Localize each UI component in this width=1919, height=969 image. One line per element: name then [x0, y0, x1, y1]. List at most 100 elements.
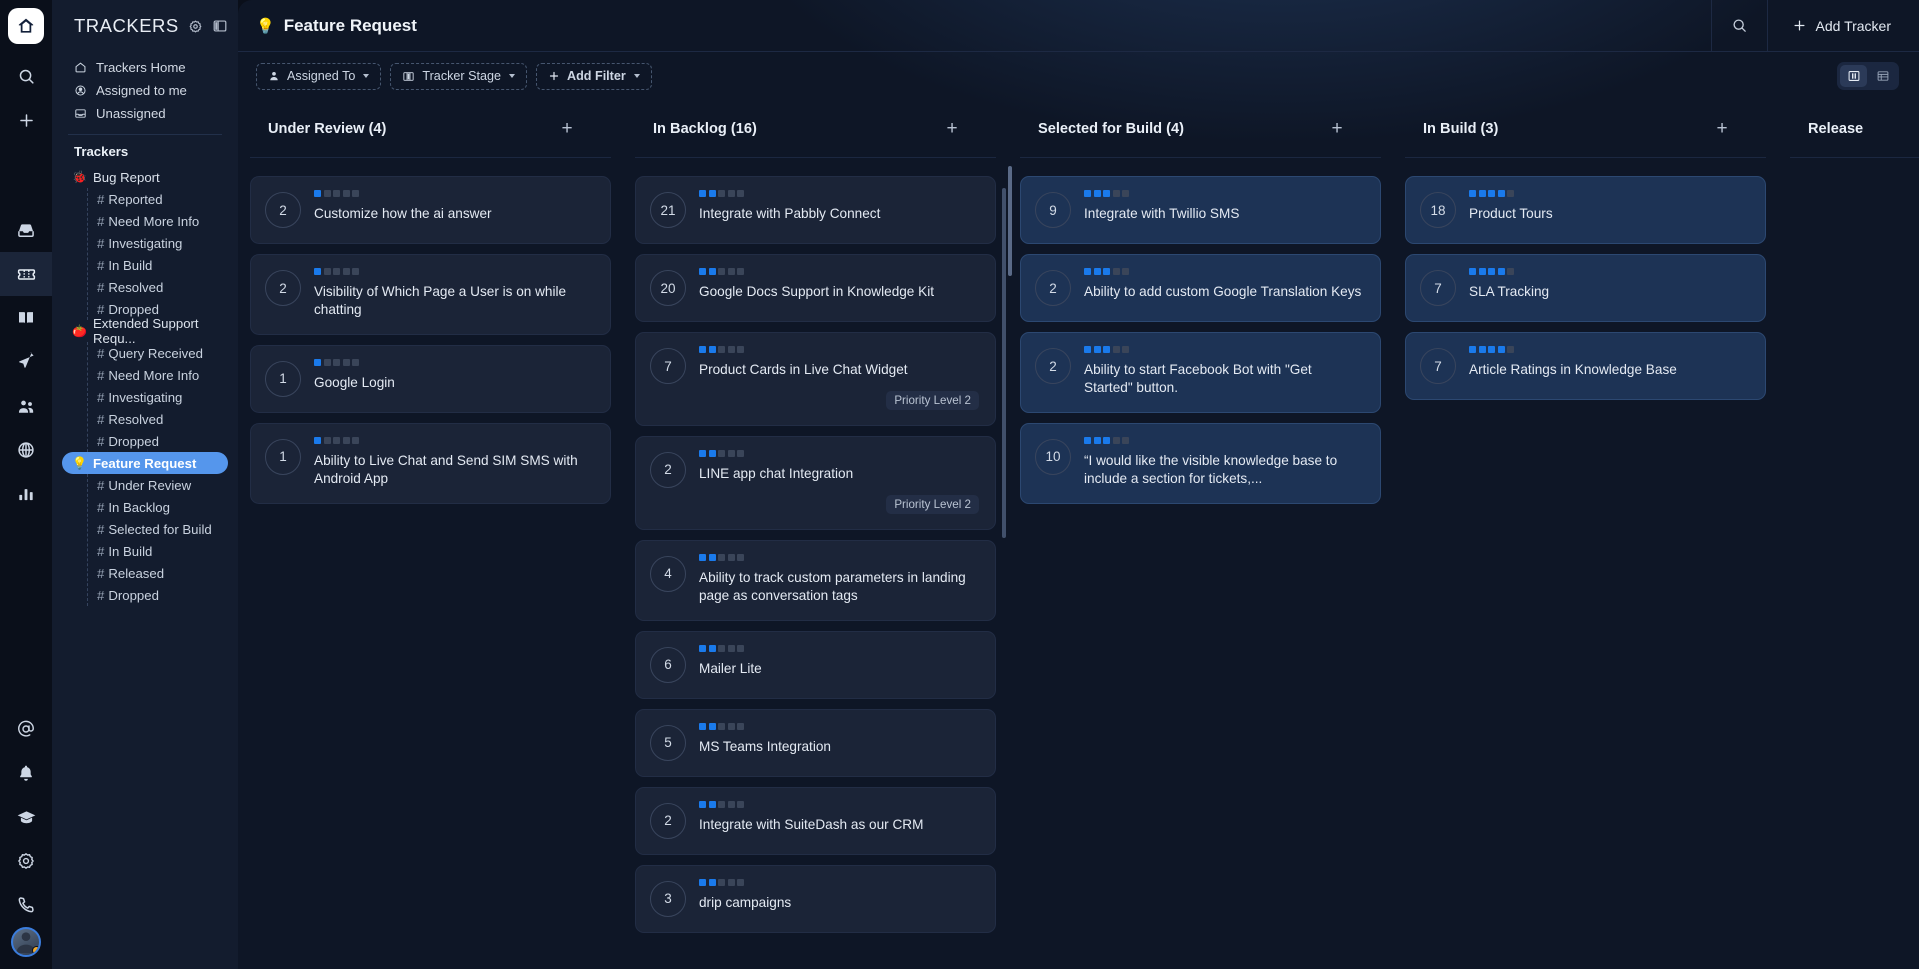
rail-learn[interactable] [0, 795, 52, 839]
sidebar-header: TRACKERS [52, 0, 238, 52]
tracker-card[interactable]: 9 Integrate with Twillio SMS [1020, 176, 1381, 244]
tracker-card[interactable]: 7 Product Cards in Live Chat Widget Priori… [635, 332, 996, 426]
priority-segment [727, 553, 735, 561]
tracker-card[interactable]: 4 Ability to track custom parameters in l… [635, 539, 996, 621]
rail-contacts[interactable] [0, 384, 52, 428]
column-add-card-button[interactable]: + [1327, 119, 1347, 139]
rail-tickets[interactable] [0, 252, 52, 296]
column-add-card-button[interactable]: + [1712, 119, 1732, 139]
sidebar-tracker-bug-report[interactable]: 🐞 Bug Report [62, 166, 228, 188]
sidebar-item-assigned-to-me[interactable]: Assigned to me [62, 79, 228, 101]
tracker-card[interactable]: 1 Ability to Live Chat and Send SIM SMS w… [250, 422, 611, 504]
priority-segment [1112, 190, 1120, 197]
tracker-card[interactable]: 18 Product Tours [1405, 176, 1766, 244]
tracker-card[interactable]: 20 Google Docs Support in Knowledge Kit [635, 254, 996, 322]
sidebar-item-trackers-home[interactable]: Trackers Home [62, 56, 228, 78]
sidebar-stage-investigating[interactable]: # Investigating [87, 232, 228, 254]
sidebar-stage-resolved[interactable]: # Resolved [87, 276, 228, 298]
tracker-card[interactable]: 5 MS Teams Integration [635, 708, 996, 777]
sidebar-stage-dropped[interactable]: # Dropped [87, 298, 228, 320]
card-title: “I would like the visible knowledge base… [1084, 452, 1338, 486]
filter-tracker-stage[interactable]: Tracker Stage [390, 62, 528, 90]
tracker-card[interactable]: 21 Integrate with Pabbly Connect [635, 176, 996, 244]
rail-reports[interactable] [0, 472, 52, 516]
home-icon[interactable] [8, 8, 44, 44]
column-add-card-button[interactable]: + [942, 119, 962, 139]
filter-assigned-to[interactable]: Assigned To [256, 62, 382, 90]
sidebar-item-unassigned[interactable]: Unassigned [62, 102, 228, 124]
column-header: Release [1790, 100, 1919, 158]
rail-mentions[interactable] [0, 707, 52, 751]
priority-segment [1478, 268, 1486, 275]
sidebar-tracker-feature-request[interactable]: 💡 Feature Request [62, 452, 228, 474]
tracker-card[interactable]: 1 Google Login [250, 344, 611, 413]
rail-campaigns[interactable] [0, 340, 52, 384]
add-filter-button[interactable]: Add Filter [536, 62, 652, 90]
tracker-card[interactable]: 2 Ability to add custom Google Translatio… [1020, 254, 1381, 322]
sidebar-stage-need-more-info[interactable]: # Need More Info [87, 210, 228, 232]
search-button[interactable] [1710, 0, 1767, 52]
tracker-card[interactable]: 2 Visibility of Which Page a User is on w… [250, 254, 611, 335]
tracker-card[interactable]: 2 Ability to start Facebook Bot with "Get… [1020, 332, 1381, 413]
sidebar-stage-reported[interactable]: # Reported [87, 188, 228, 210]
priority-segment [737, 449, 744, 457]
panel-collapse-icon[interactable] [212, 18, 228, 34]
priority-segment [718, 190, 725, 197]
sidebar-stage-need-more-info[interactable]: # Need More Info [87, 364, 228, 386]
sidebar-stage-released[interactable]: # Released [87, 562, 228, 584]
column-scrollbar[interactable] [1008, 166, 1012, 276]
sidebar-stage-investigating[interactable]: # Investigating [87, 386, 228, 408]
tracker-card[interactable]: 7 SLA Tracking [1405, 254, 1766, 322]
avatar[interactable] [11, 927, 41, 957]
sidebar-stage-dropped[interactable]: # Dropped [87, 584, 228, 606]
column-cards[interactable]: 2 Customize how the ai answer 2 Visibility … [238, 158, 623, 969]
sidebar-stage-query-received[interactable]: # Query Received [87, 342, 228, 364]
sidebar-stage-dropped[interactable]: # Dropped [87, 430, 228, 452]
sidebar-stage-under-review[interactable]: # Under Review [87, 474, 228, 496]
sidebar-stage-selected-for-build[interactable]: # Selected for Build [87, 518, 228, 540]
sidebar-stage-in-build[interactable]: # In Build [87, 254, 228, 276]
sidebar-stage-in-build[interactable]: # In Build [87, 540, 228, 562]
add-tracker-button[interactable]: Add Tracker [1766, 0, 1919, 52]
tracker-card[interactable]: 2 Customize how the ai answer [250, 176, 611, 244]
priority-segment [1112, 346, 1120, 353]
stage-label: Investigating [108, 389, 183, 405]
priority-segment [727, 190, 735, 197]
tracker-card[interactable]: 10 “I would like the visible knowledge ba… [1020, 422, 1381, 504]
tracker-label: Bug Report [93, 169, 160, 185]
kanban-board[interactable]: Under Review (4) +2 Customize how the ai a… [238, 100, 1919, 969]
rail-search[interactable] [0, 54, 52, 98]
rail-inbox[interactable] [0, 208, 52, 252]
column-header: Under Review (4) + [250, 100, 611, 158]
tracker-card[interactable]: 2 Integrate with SuiteDash as our CRM [635, 786, 996, 855]
rail-notifications[interactable] [0, 751, 52, 795]
priority-segment [1084, 346, 1091, 353]
gear-icon[interactable] [188, 19, 203, 34]
column-add-card-button[interactable]: + [557, 119, 577, 139]
sidebar-tracker-extended-support-requ[interactable]: 🍅 Extended Support Requ... [62, 316, 228, 346]
tracker-card[interactable]: 3 drip campaigns [635, 864, 996, 933]
tracker-card[interactable]: 6 Mailer Lite [635, 630, 996, 699]
priority-segment [699, 878, 706, 886]
column-cards[interactable]: 9 Integrate with Twillio SMS 2 Ability to a… [1008, 158, 1393, 969]
column-scrollbar[interactable] [1002, 188, 1006, 538]
sidebar-stage-resolved[interactable]: # Resolved [87, 408, 228, 430]
column-cards[interactable]: 18 Product Tours 7 SLA Tracking 7 Article Rat… [1393, 158, 1778, 969]
card-title: Ability to Live Chat and Send SIM SMS wi… [314, 452, 578, 486]
tracker-card[interactable]: 2 LINE app chat Integration Priority Level… [635, 435, 996, 530]
rail-settings[interactable] [0, 839, 52, 883]
rail-sites[interactable] [0, 428, 52, 472]
add-filter-label: Add Filter [567, 69, 626, 83]
rail-calls[interactable] [0, 883, 52, 927]
rail-add[interactable] [0, 98, 52, 142]
sidebar-stage-in-backlog[interactable]: # In Backlog [87, 496, 228, 518]
priority-segment [333, 190, 340, 197]
column-cards[interactable] [1778, 158, 1919, 969]
tracker-card[interactable]: 7 Article Ratings in Knowledge Base [1405, 332, 1766, 400]
priority-indicator [699, 268, 979, 275]
column-cards[interactable]: 21 Integrate with Pabbly Connect 20 Google … [623, 158, 1008, 969]
sidebar-section-label: Trackers [74, 144, 129, 159]
kanban-view-button[interactable] [1840, 65, 1867, 87]
list-view-button[interactable] [1869, 65, 1896, 87]
rail-knowledge-base[interactable] [0, 296, 52, 340]
